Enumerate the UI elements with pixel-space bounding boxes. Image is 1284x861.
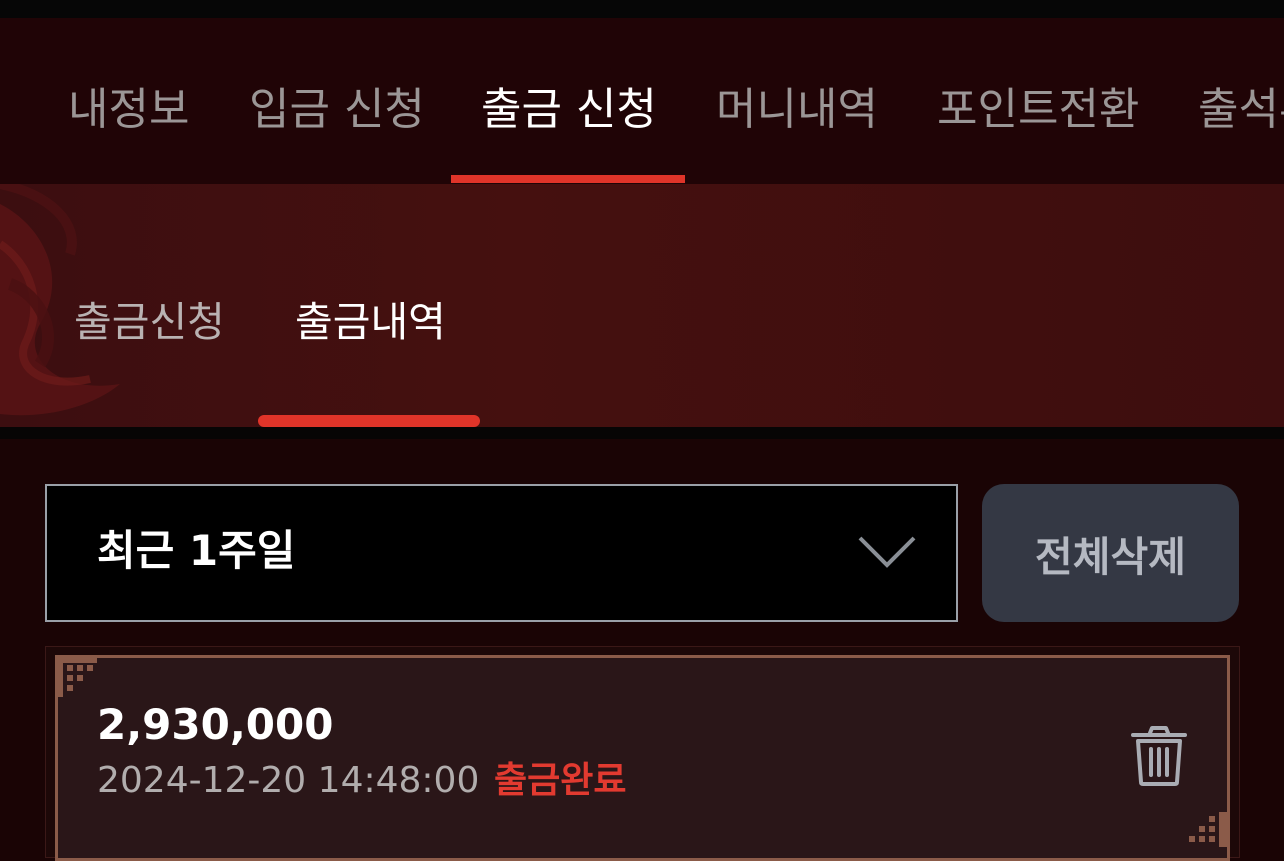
section-divider bbox=[0, 427, 1284, 439]
period-selected-value: 최근 1주일 bbox=[97, 526, 296, 575]
tab-withdraw-request[interactable]: 출금 신청 bbox=[481, 88, 657, 132]
tab-my-info[interactable]: 내정보 bbox=[68, 88, 189, 132]
record-datetime: 2024-12-20 14:48:00 bbox=[97, 760, 480, 801]
sub-tab-bar: 출금신청 출금내역 bbox=[0, 184, 1284, 427]
active-subtab-indicator bbox=[258, 415, 480, 427]
active-tab-indicator bbox=[451, 175, 685, 183]
tab-point-conversion[interactable]: 포인트전환 bbox=[937, 88, 1139, 132]
subtab-withdraw-request[interactable]: 출금신청 bbox=[74, 302, 225, 343]
trash-icon[interactable] bbox=[1130, 725, 1188, 787]
record-status-badge: 출금완료 bbox=[494, 760, 627, 801]
status-bar bbox=[0, 0, 1284, 18]
withdraw-record-card bbox=[55, 655, 1230, 861]
period-dropdown[interactable]: 최근 1주일 bbox=[45, 484, 958, 622]
corner-ornament-bottom-right bbox=[1189, 812, 1227, 847]
corner-ornament-top-left bbox=[55, 655, 97, 697]
tab-deposit-request[interactable]: 입금 신청 bbox=[249, 88, 425, 132]
tab-attendance[interactable]: 출석부 bbox=[1198, 88, 1284, 132]
record-amount: 2,930,000 bbox=[97, 700, 334, 749]
main-tab-bar: 내정보 입금 신청 출금 신청 머니내역 포인트전환 출석부 bbox=[0, 18, 1284, 184]
delete-all-button[interactable]: 전체삭제 bbox=[982, 484, 1239, 622]
tab-money-history[interactable]: 머니내역 bbox=[716, 88, 878, 132]
subtab-withdraw-history[interactable]: 출금내역 bbox=[295, 302, 446, 343]
chevron-down-icon bbox=[858, 536, 916, 568]
